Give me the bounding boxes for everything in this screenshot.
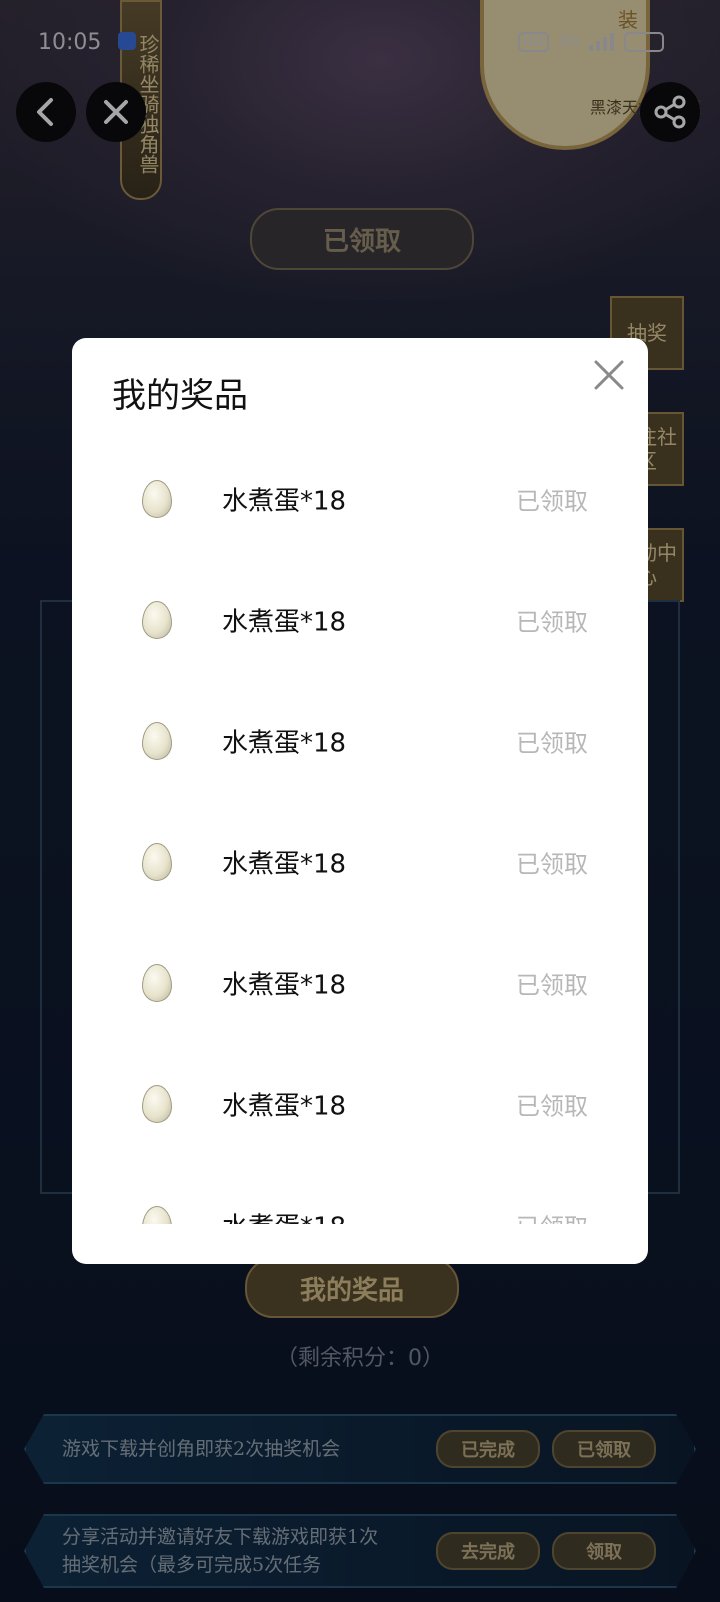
prize-name: 水煮蛋*18 <box>222 970 347 1000</box>
prize-status: 已领取 <box>516 1207 588 1224</box>
list-item: 水煮蛋*18 已领取 <box>72 1043 648 1164</box>
prize-name: 水煮蛋*18 <box>222 1206 346 1224</box>
list-item: 水煮蛋*18 已领取 <box>72 801 648 922</box>
prize-name: 水煮蛋*18 <box>222 728 347 758</box>
list-item: 水煮蛋*18 已领取 <box>72 922 648 1043</box>
close-icon[interactable] <box>592 358 626 392</box>
list-item: 水煮蛋*18 已领取 <box>72 1164 648 1224</box>
prize-name: 水煮蛋*18 <box>222 607 347 637</box>
egg-icon <box>142 600 172 639</box>
dialog-title: 我的奖品 <box>112 376 248 416</box>
egg-icon <box>142 842 172 881</box>
egg-icon <box>142 1205 172 1224</box>
prize-name: 水煮蛋*18 <box>222 486 347 516</box>
prize-name: 水煮蛋*18 <box>222 849 347 879</box>
egg-icon <box>142 963 172 1002</box>
list-item: 水煮蛋*18 已领取 <box>72 438 648 559</box>
egg-icon <box>142 1084 172 1123</box>
list-item: 水煮蛋*18 已领取 <box>72 680 648 801</box>
prize-name: 水煮蛋*18 <box>222 1091 347 1121</box>
prize-status: 已领取 <box>516 850 588 878</box>
list-item: 水煮蛋*18 已领取 <box>72 559 648 680</box>
prize-status: 已领取 <box>516 971 588 999</box>
my-prizes-dialog: 我的奖品 水煮蛋*18 已领取 水煮蛋*18 已领取 水煮蛋*18 已领取 水煮… <box>72 338 648 1264</box>
prize-status: 已领取 <box>516 608 588 636</box>
egg-icon <box>142 479 172 518</box>
prize-status: 已领取 <box>516 1092 588 1120</box>
prize-status: 已领取 <box>516 729 588 757</box>
egg-icon <box>142 721 172 760</box>
prize-status: 已领取 <box>516 487 588 515</box>
prize-list[interactable]: 水煮蛋*18 已领取 水煮蛋*18 已领取 水煮蛋*18 已领取 水煮蛋*18 … <box>72 438 648 1224</box>
